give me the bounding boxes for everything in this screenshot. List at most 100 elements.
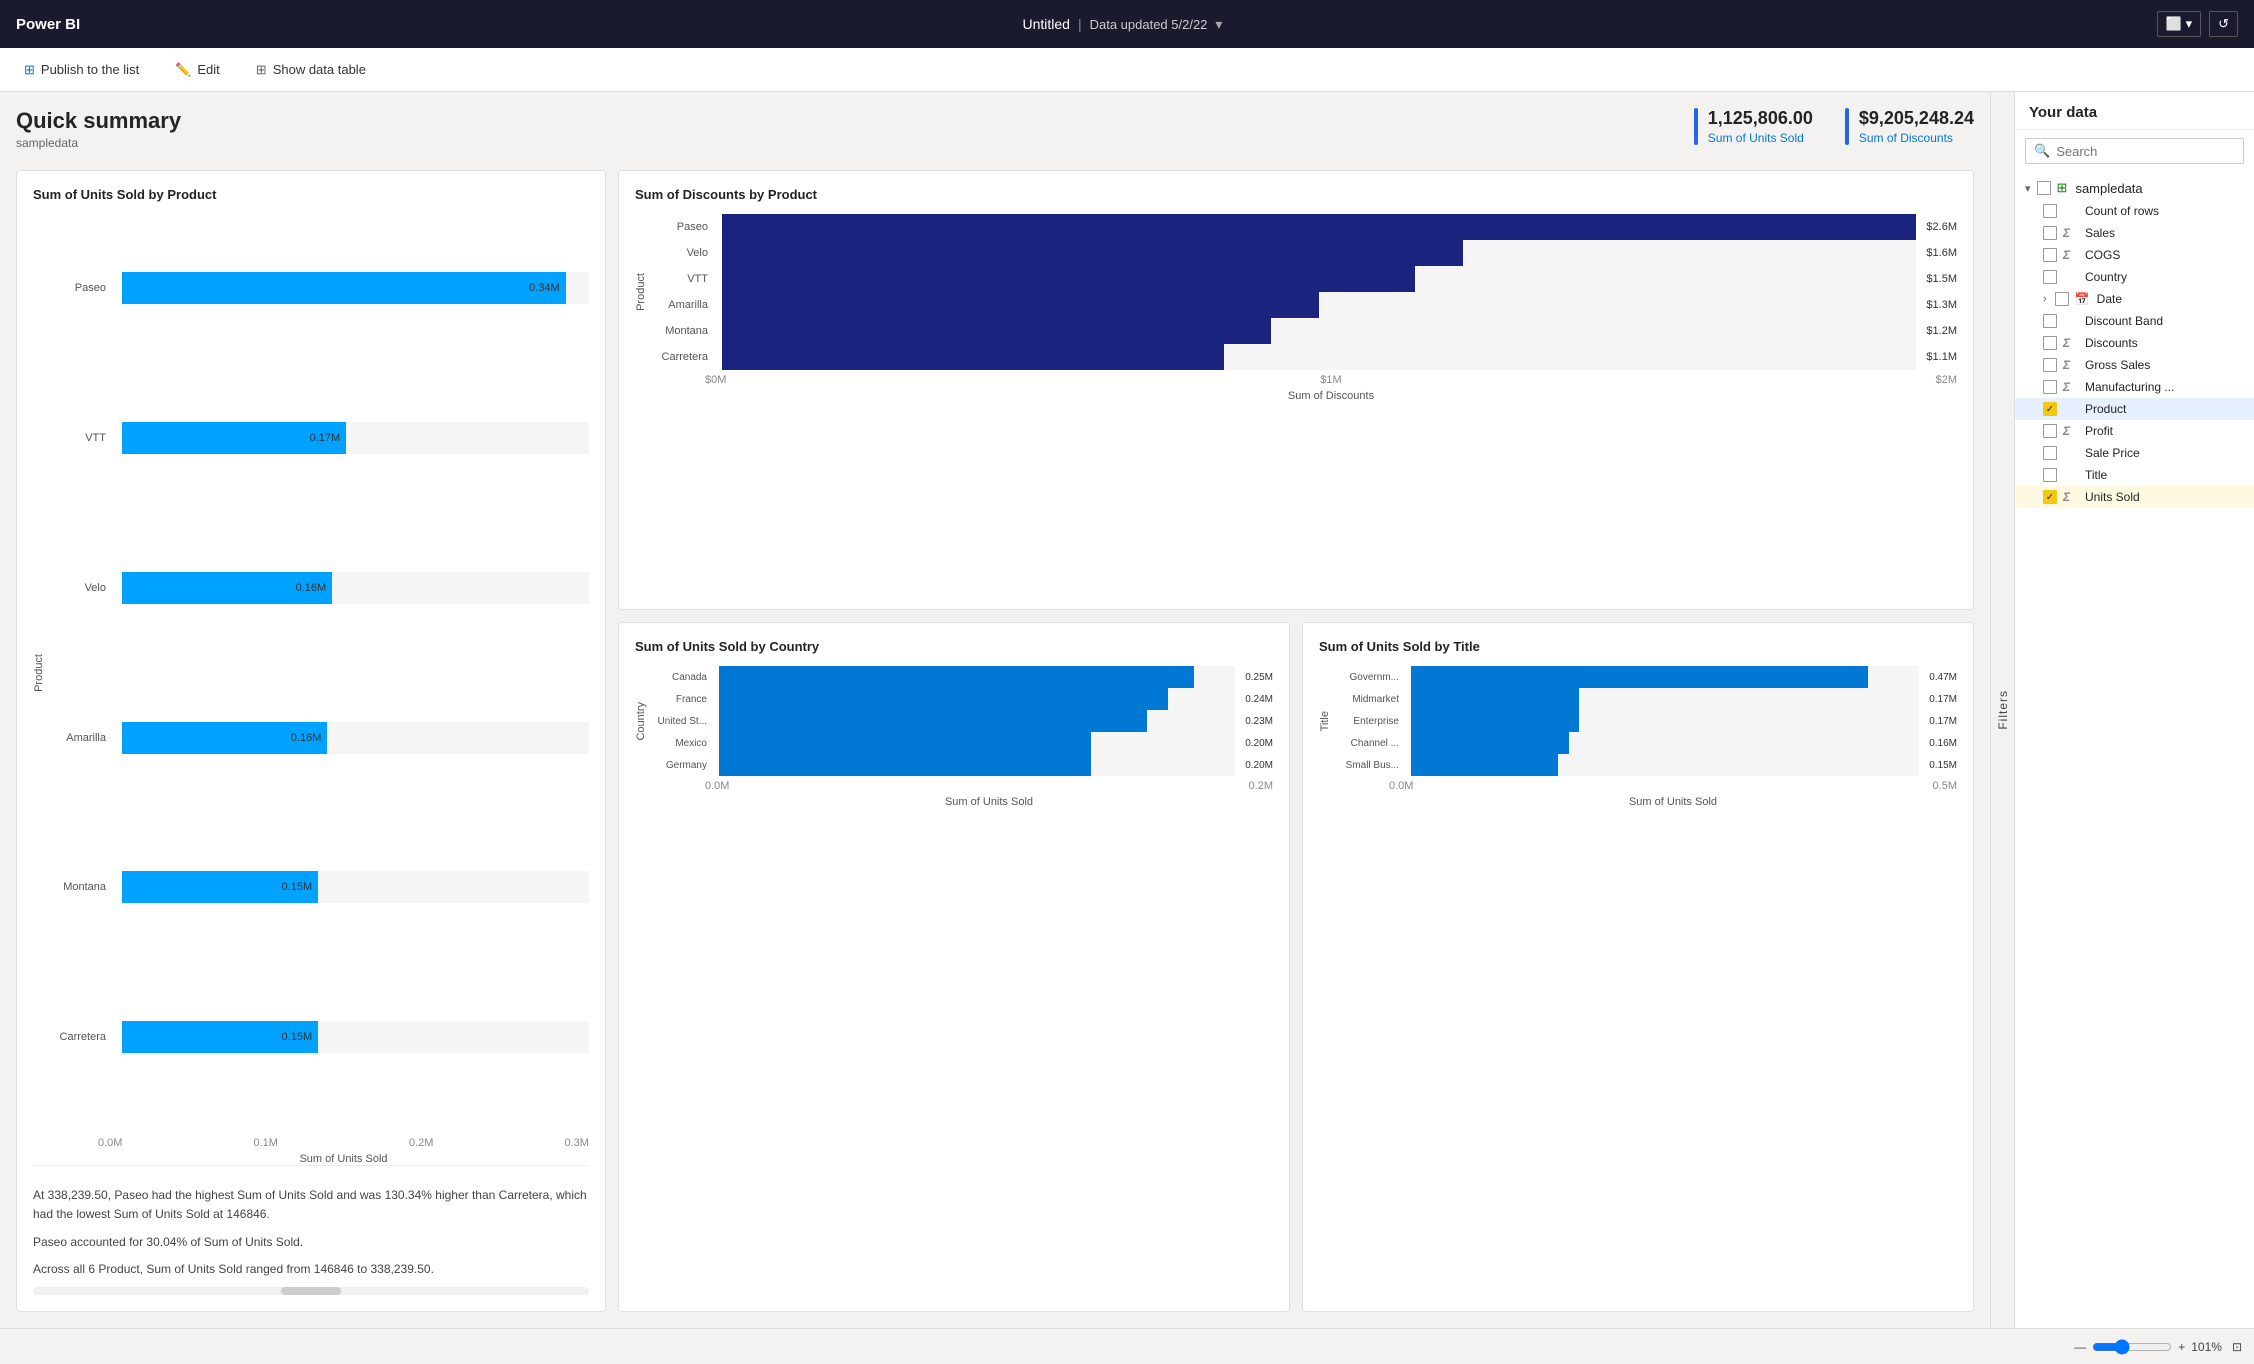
h-bar-country: Country Canada 0.25M bbox=[635, 666, 1273, 808]
publish-button[interactable]: ⊞ Publish to the list bbox=[16, 58, 147, 82]
logo-text: Power BI bbox=[16, 16, 80, 33]
sigma-icon: Σ bbox=[2063, 358, 2079, 372]
gross-sales-checkbox[interactable] bbox=[2043, 358, 2057, 372]
table-row: Velo 0.16M bbox=[49, 572, 589, 604]
bar-rows-container: Paseo 0.34M VTT bbox=[49, 214, 589, 1131]
discount-band-checkbox[interactable] bbox=[2043, 314, 2057, 328]
filters-label: Filters bbox=[1996, 690, 2010, 730]
kpi-units-sold: 1,125,806.00 Sum of Units Sold bbox=[1694, 108, 1813, 145]
calendar-icon: 📅 bbox=[2075, 292, 2091, 306]
y-axis-discounts: Product bbox=[635, 273, 647, 311]
country-checkbox[interactable] bbox=[2043, 270, 2057, 284]
table-row: Amarilla 0.16M bbox=[49, 722, 589, 754]
sidebar-item-units-sold[interactable]: Σ Units Sold bbox=[2015, 486, 2254, 508]
x-label-title-chart: Sum of Units Sold bbox=[1389, 796, 1957, 808]
topbar: Power BI Untitled | Data updated 5/2/22 … bbox=[0, 0, 2254, 48]
count-rows-checkbox[interactable] bbox=[2043, 204, 2057, 218]
y-axis-label: Product bbox=[33, 654, 45, 692]
edit-button[interactable]: ✏️ Edit bbox=[167, 58, 228, 82]
fit-page-icon[interactable]: ⊡ bbox=[2232, 1340, 2242, 1354]
chevron-icon[interactable]: ▾ bbox=[1215, 16, 1222, 33]
title-checkbox[interactable] bbox=[2043, 468, 2057, 482]
search-input[interactable] bbox=[2056, 144, 2235, 159]
sidebar-item-manufacturing[interactable]: Σ Manufacturing ... bbox=[2015, 376, 2254, 398]
collapse-icon: ▾ bbox=[2025, 182, 2031, 195]
report-title: Untitled bbox=[1022, 16, 1069, 32]
kpi-accent-2 bbox=[1845, 108, 1849, 145]
chart-units-by-title: Sum of Units Sold by Title Title Governm… bbox=[1302, 622, 1974, 1312]
date-checkbox[interactable] bbox=[2055, 292, 2069, 306]
table-row: Enterprise 0.17M bbox=[1335, 710, 1957, 732]
sidebar-item-product[interactable]: Product bbox=[2015, 398, 2254, 420]
sidebar-item-count-of-rows[interactable]: Count of rows bbox=[2015, 200, 2254, 222]
scroll-bar[interactable] bbox=[33, 1287, 589, 1295]
table-row: Montana $1.2M bbox=[651, 318, 1957, 344]
window-button[interactable]: ⬜ ▾ bbox=[2157, 11, 2201, 37]
profit-checkbox[interactable] bbox=[2043, 424, 2057, 438]
sidebar-item-discounts[interactable]: Σ Discounts bbox=[2015, 332, 2254, 354]
chart-units-by-product: Sum of Units Sold by Product Product Pas… bbox=[16, 170, 606, 1312]
sidebar-item-discount-band[interactable]: Discount Band bbox=[2015, 310, 2254, 332]
units-sold-checkbox[interactable] bbox=[2043, 490, 2057, 504]
insight-text-3: Across all 6 Product, Sum of Units Sold … bbox=[33, 1260, 589, 1279]
chart-title-title: Sum of Units Sold by Title bbox=[1319, 639, 1957, 654]
table-row: United St... 0.23M bbox=[651, 710, 1273, 732]
scroll-thumb[interactable] bbox=[281, 1287, 341, 1295]
sampledata-checkbox[interactable] bbox=[2037, 181, 2051, 195]
table-row: Canada 0.25M bbox=[651, 666, 1273, 688]
manufacturing-checkbox[interactable] bbox=[2043, 380, 2057, 394]
edit-label: Edit bbox=[197, 62, 219, 77]
zoom-level: 101% bbox=[2191, 1340, 2222, 1354]
table-row: VTT $1.5M bbox=[651, 266, 1957, 292]
x-label-discounts: Sum of Discounts bbox=[705, 390, 1957, 402]
sidebar-item-gross-sales[interactable]: Σ Gross Sales bbox=[2015, 354, 2254, 376]
table-data-icon: ⊞ bbox=[2057, 180, 2068, 196]
sigma-icon: Σ bbox=[2063, 490, 2079, 504]
x-label-country: Sum of Units Sold bbox=[705, 796, 1273, 808]
sampledata-label: sampledata bbox=[2075, 181, 2142, 196]
sigma-icon: Σ bbox=[2063, 248, 2079, 262]
discounts-checkbox[interactable] bbox=[2043, 336, 2057, 350]
edit-icon: ✏️ bbox=[175, 62, 191, 78]
table-icon: ⊞ bbox=[256, 62, 267, 78]
publish-icon: ⊞ bbox=[24, 62, 35, 78]
sidebar-item-cogs[interactable]: Σ COGS bbox=[2015, 244, 2254, 266]
chart-bottom-row: Sum of Units Sold by Country Country Can… bbox=[618, 622, 1974, 1312]
sidebar-item-country[interactable]: Country bbox=[2015, 266, 2254, 288]
cogs-checkbox[interactable] bbox=[2043, 248, 2057, 262]
product-checkbox[interactable] bbox=[2043, 402, 2057, 416]
sigma-icon: Σ bbox=[2063, 226, 2079, 240]
table-row: Small Bus... 0.15M bbox=[1335, 754, 1957, 776]
zoom-controls[interactable]: — + 101% ⊡ bbox=[2074, 1339, 2242, 1355]
sales-checkbox[interactable] bbox=[2043, 226, 2057, 240]
bottom-bar: — + 101% ⊡ bbox=[0, 1328, 2254, 1364]
datasource-label: sampledata bbox=[16, 136, 181, 150]
filters-panel[interactable]: Filters bbox=[1990, 92, 2014, 1328]
x-ticks-country: 0.0M 0.2M bbox=[705, 776, 1273, 792]
chart-country-title: Sum of Units Sold by Country bbox=[635, 639, 1273, 654]
table-row: Paseo $2.6M bbox=[651, 214, 1957, 240]
sidebar-item-title[interactable]: Title bbox=[2015, 464, 2254, 486]
table-row: Amarilla $1.3M bbox=[651, 292, 1957, 318]
sidebar-item-sales[interactable]: Σ Sales bbox=[2015, 222, 2254, 244]
show-data-button[interactable]: ⊞ Show data table bbox=[248, 58, 374, 82]
publish-label: Publish to the list bbox=[41, 62, 139, 77]
sigma-icon: Σ bbox=[2063, 424, 2079, 438]
kpi1-value: 1,125,806.00 bbox=[1708, 108, 1813, 129]
refresh-button[interactable]: ↺ bbox=[2209, 11, 2238, 37]
sidebar-item-date[interactable]: › 📅 Date bbox=[2015, 288, 2254, 310]
tree-parent-sampledata[interactable]: ▾ ⊞ sampledata bbox=[2015, 176, 2254, 200]
search-box[interactable]: 🔍 bbox=[2025, 138, 2244, 164]
sale-price-checkbox[interactable] bbox=[2043, 446, 2057, 460]
table-row: Carretera 0.15M bbox=[49, 1021, 589, 1053]
sidebar-item-profit[interactable]: Σ Profit bbox=[2015, 420, 2254, 442]
x-ticks-title-chart: 0.0M 0.5M bbox=[1389, 776, 1957, 792]
insight-block: At 338,239.50, Paseo had the highest Sum… bbox=[33, 1165, 589, 1279]
sidebar-item-sale-price[interactable]: Sale Price bbox=[2015, 442, 2254, 464]
kpi-accent-1 bbox=[1694, 108, 1698, 145]
y-axis-country: Country bbox=[635, 702, 647, 741]
summary-header: Quick summary sampledata 1,125,806.00 Su… bbox=[16, 108, 1974, 150]
x-axis-ticks: 0.0M 0.1M 0.2M 0.3M bbox=[98, 1131, 589, 1149]
zoom-slider[interactable] bbox=[2092, 1339, 2172, 1355]
chart-right-col: Sum of Discounts by Product Product Pase… bbox=[618, 170, 1974, 1312]
